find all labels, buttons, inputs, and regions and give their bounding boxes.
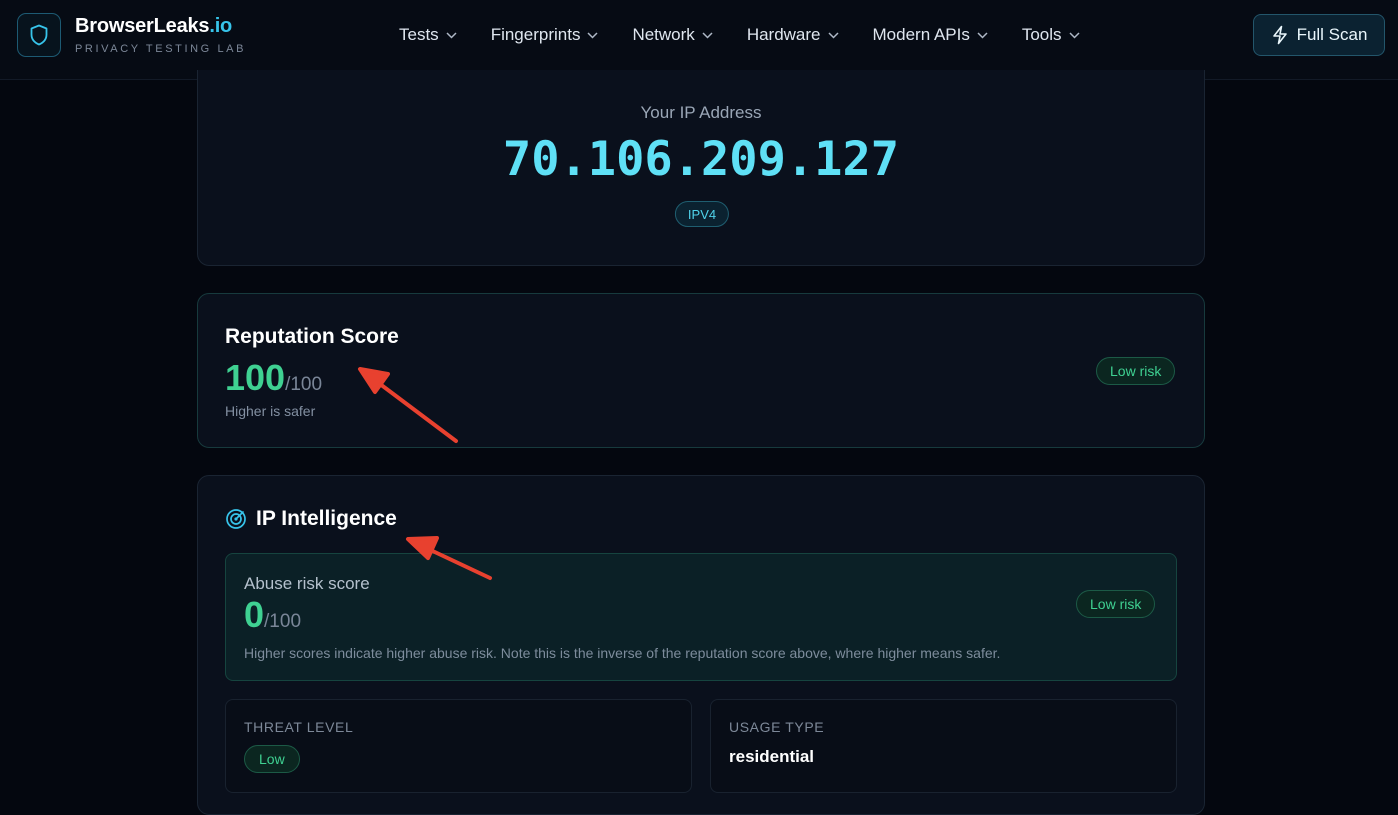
- abuse-risk-label: Abuse risk score: [244, 574, 370, 593]
- ip-intelligence-card: IP Intelligence Abuse risk score 0 /100 …: [197, 475, 1205, 815]
- radar-icon: [226, 509, 246, 529]
- usage-type-label: USAGE TYPE: [729, 719, 825, 735]
- ip-version-badge: IPV4: [674, 201, 730, 227]
- reputation-title: Reputation Score: [225, 325, 399, 348]
- chevron-down-icon: [446, 31, 457, 39]
- full-scan-button[interactable]: Full Scan: [1253, 14, 1385, 56]
- ip-address-label: Your IP Address: [640, 103, 762, 122]
- threat-level-card: THREAT LEVEL Low: [225, 699, 692, 793]
- lightning-icon: [1272, 25, 1287, 45]
- reputation-score-max: /100: [285, 374, 323, 395]
- chevron-down-icon: [827, 31, 839, 39]
- nav-network[interactable]: Network: [632, 25, 713, 45]
- nav-modern-apis[interactable]: Modern APIs: [873, 25, 988, 45]
- brand-tagline: PRIVACY TESTING LAB: [75, 43, 247, 55]
- abuse-score-value: 0: [244, 594, 265, 635]
- nav-tools[interactable]: Tools: [1022, 25, 1080, 45]
- nav-fingerprints[interactable]: Fingerprints: [491, 25, 599, 45]
- threat-level-label: THREAT LEVEL: [244, 719, 354, 735]
- logo[interactable]: [17, 13, 61, 57]
- brand-name: BrowserLeaks.io: [75, 15, 233, 37]
- main-nav: Tests Fingerprints Network Hardware Mode…: [399, 23, 1114, 47]
- nav-hardware[interactable]: Hardware: [747, 25, 839, 45]
- usage-type-card: USAGE TYPE residential: [710, 699, 1177, 793]
- abuse-risk-score: 0 /100: [244, 594, 301, 636]
- reputation-score-value: 100: [225, 357, 286, 398]
- abuse-risk-note: Higher scores indicate higher abuse risk…: [244, 645, 1001, 661]
- usage-type-value: residential: [729, 747, 815, 766]
- reputation-score: 100 /100: [225, 357, 322, 399]
- chevron-down-icon: [587, 31, 598, 39]
- abuse-risk-badge: Low risk: [1076, 590, 1156, 618]
- abuse-score-max: /100: [264, 611, 302, 632]
- brand[interactable]: BrowserLeaks.io PRIVACY TESTING LAB: [75, 14, 246, 56]
- abuse-risk-panel: Abuse risk score 0 /100 Higher scores in…: [225, 553, 1177, 681]
- chevron-down-icon: [702, 31, 713, 39]
- ip-intelligence-title: IP Intelligence: [256, 507, 397, 530]
- reputation-note: Higher is safer: [225, 403, 316, 419]
- ip-address-value: 70.106.209.127: [502, 132, 900, 187]
- chevron-down-icon: [1069, 31, 1080, 39]
- shield-icon: [30, 24, 48, 46]
- chevron-down-icon: [977, 31, 988, 39]
- full-scan-label: Full Scan: [1296, 25, 1368, 44]
- ip-address-card: Your IP Address 70.106.209.127 IPV4: [197, 70, 1205, 266]
- reputation-risk-badge: Low risk: [1096, 357, 1176, 385]
- threat-level-badge: Low: [244, 745, 300, 773]
- ip-intelligence-header: IP Intelligence: [225, 507, 397, 531]
- reputation-score-card: Reputation Score 100 /100 Higher is safe…: [197, 293, 1205, 448]
- top-nav-bar: BrowserLeaks.io PRIVACY TESTING LAB Test…: [0, 0, 1398, 80]
- nav-tests[interactable]: Tests: [399, 25, 457, 45]
